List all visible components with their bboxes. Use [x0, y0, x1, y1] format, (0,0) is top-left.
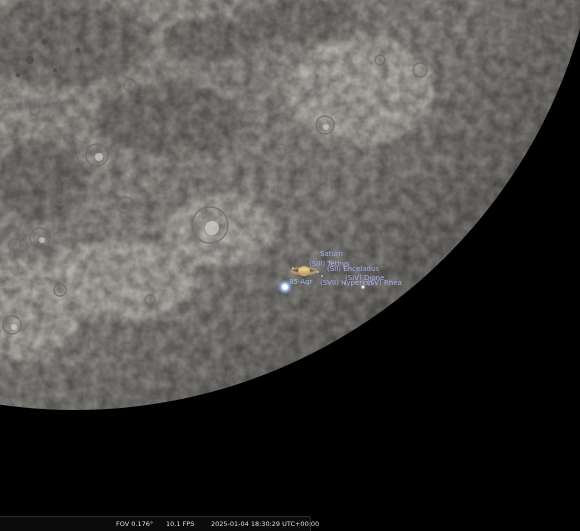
saturn-label[interactable]: Saturn: [320, 251, 343, 258]
fov-readout: FOV 0.176°: [116, 520, 154, 528]
moon[interactable]: [0, 0, 580, 420]
star-85-aqr-label[interactable]: 85-Aqr: [289, 279, 312, 286]
status-bar: FOV 0.176° 10.1 FPS 2025-01-04 18:30:29 …: [0, 516, 319, 531]
fps-readout: 10.1 FPS: [166, 520, 195, 528]
rhea-label[interactable]: (SV) Rhea: [367, 280, 402, 287]
hyperion-label[interactable]: (SVII) Hyperion: [320, 280, 373, 287]
moon-tethys-dot[interactable]: [292, 267, 294, 269]
enceladus-label[interactable]: (SII) Enceladus: [327, 266, 379, 273]
moon-dione-dot[interactable]: [321, 275, 323, 277]
sky-view[interactable]: [0, 0, 580, 530]
datetime-readout[interactable]: 2025-01-04 18:30:29 UTC+00:00: [211, 520, 319, 528]
moon-enceladus-dot[interactable]: [317, 271, 319, 273]
